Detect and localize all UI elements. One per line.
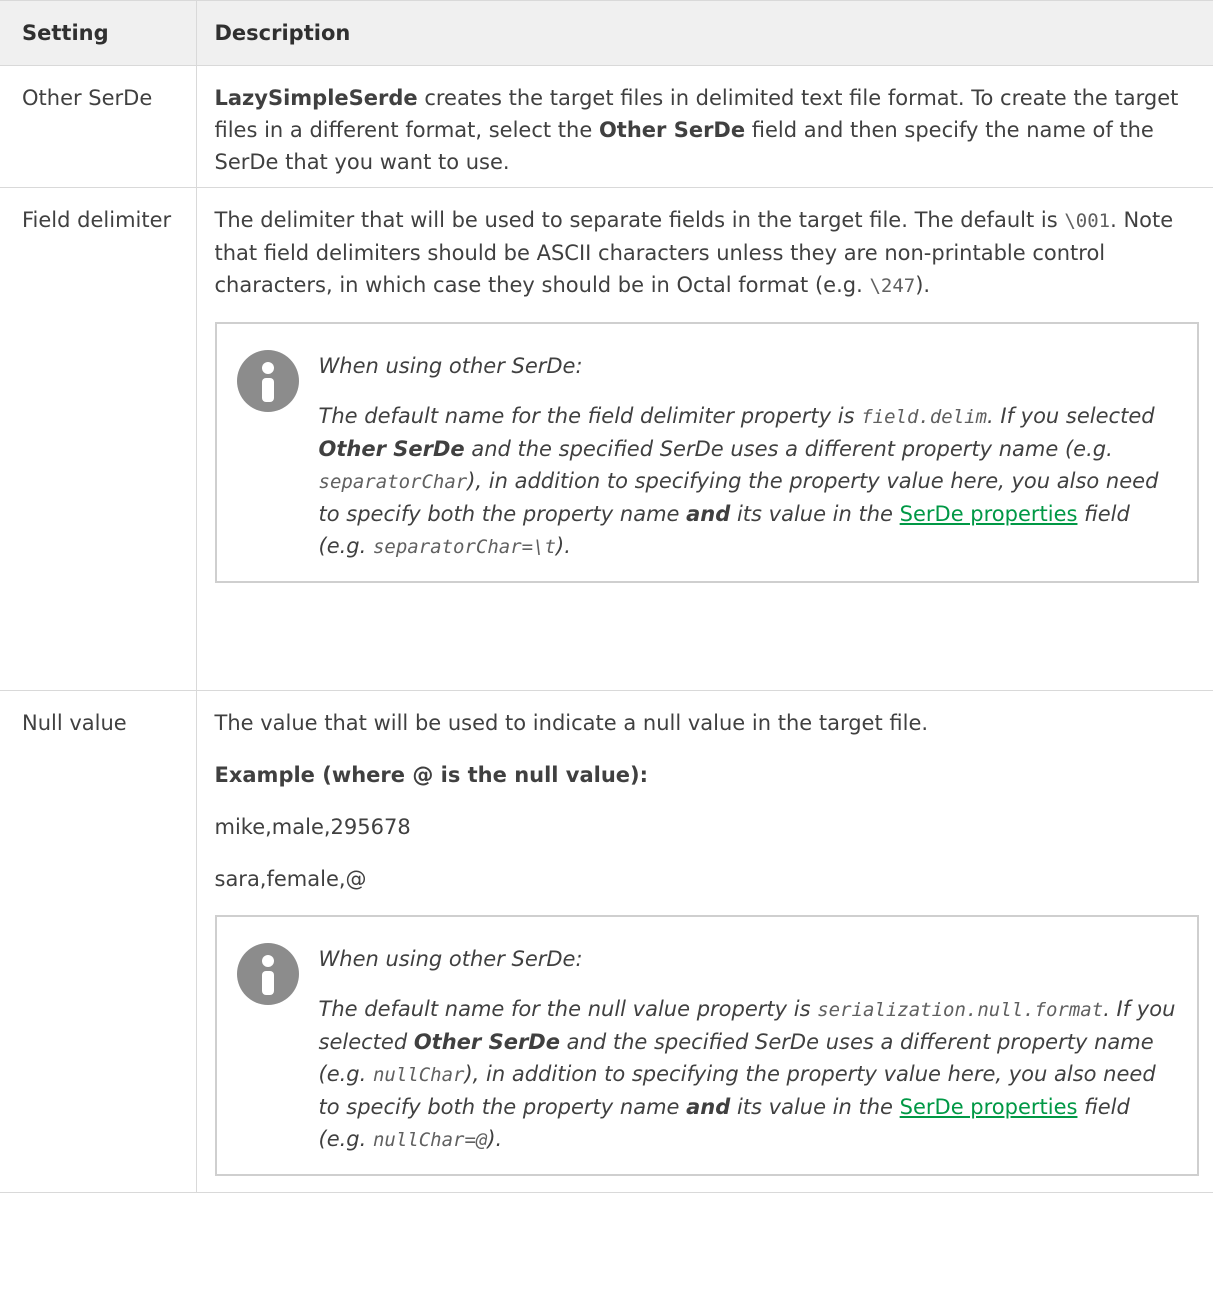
note-title: When using other SerDe: (318, 947, 583, 971)
note-box: When using other SerDe: The default name… (214, 322, 1199, 583)
note-text-part: The default name for the null value prop… (318, 997, 818, 1021)
example-line: mike,male,295678 (214, 815, 411, 839)
description-paragraph: The delimiter that will be used to separ… (215, 204, 1204, 302)
note-text-part: its value in the (730, 1095, 900, 1119)
info-icon (236, 350, 299, 412)
settings-table: Setting Description Other SerDe LazySimp… (0, 0, 1213, 1193)
code-value: separatorChar=\t (372, 536, 556, 558)
code-value: nullChar=@ (372, 1129, 488, 1151)
note-text-part: . If you selected (987, 404, 1155, 428)
note-body: When using other SerDe: The default name… (319, 943, 1178, 1156)
bold-term: Other SerDe (413, 1030, 560, 1054)
table-row: Other SerDe LazySimpleSerde creates the … (0, 65, 1213, 188)
example-heading: Example (where @ is the null value): (214, 763, 649, 787)
setting-name: Null value (0, 690, 197, 1193)
setting-name: Field delimiter (0, 187, 197, 691)
note-text-part: The default name for the field delimiter… (318, 404, 862, 428)
note-text-part: and the specified SerDe uses a different… (464, 437, 1113, 461)
bold-term: and (686, 502, 731, 526)
setting-column-header: Setting (0, 0, 197, 66)
serde-properties-link[interactable]: SerDe properties (900, 502, 1078, 526)
info-icon (236, 943, 299, 1005)
code-value: separatorChar (318, 471, 468, 493)
description-text: The delimiter that will be used to separ… (214, 208, 1065, 232)
note-box: When using other SerDe: The default name… (214, 915, 1199, 1176)
note-title: When using other SerDe: (318, 354, 583, 378)
note-body: When using other SerDe: The default name… (319, 350, 1178, 563)
table-row: Null value The value that will be used t… (0, 690, 1213, 1193)
note-text: The default name for the null value prop… (319, 993, 1178, 1156)
bold-term: and (686, 1095, 731, 1119)
header-row: Setting Description (0, 0, 1213, 66)
setting-description: LazySimpleSerde creates the target files… (195, 65, 1213, 188)
bold-term: LazySimpleSerde (214, 86, 418, 110)
description-column-header: Description (195, 0, 1213, 66)
note-text: The default name for the field delimiter… (319, 400, 1178, 563)
setting-name: Other SerDe (0, 65, 197, 188)
table-row: Field delimiter The delimiter that will … (0, 187, 1213, 691)
setting-description: The value that will be used to indicate … (195, 690, 1213, 1193)
bold-term: Other SerDe (318, 437, 465, 461)
code-value: serialization.null.format (817, 999, 1104, 1021)
serde-properties-link[interactable]: SerDe properties (900, 1095, 1078, 1119)
note-text-part: its value in the (730, 502, 900, 526)
code-value: \001 (1064, 210, 1111, 232)
description-text: ). (915, 273, 931, 297)
note-text-part: ). (556, 534, 571, 558)
code-value: \247 (869, 275, 916, 297)
bold-term: Other SerDe (598, 118, 746, 142)
setting-description: The delimiter that will be used to separ… (195, 187, 1213, 691)
description-paragraph: The value that will be used to indicate … (214, 711, 929, 735)
code-value: field.delim (861, 406, 988, 428)
note-text-part: ). (487, 1127, 503, 1151)
code-value: nullChar (372, 1064, 465, 1086)
example-line: sara,female,@ (214, 867, 367, 891)
